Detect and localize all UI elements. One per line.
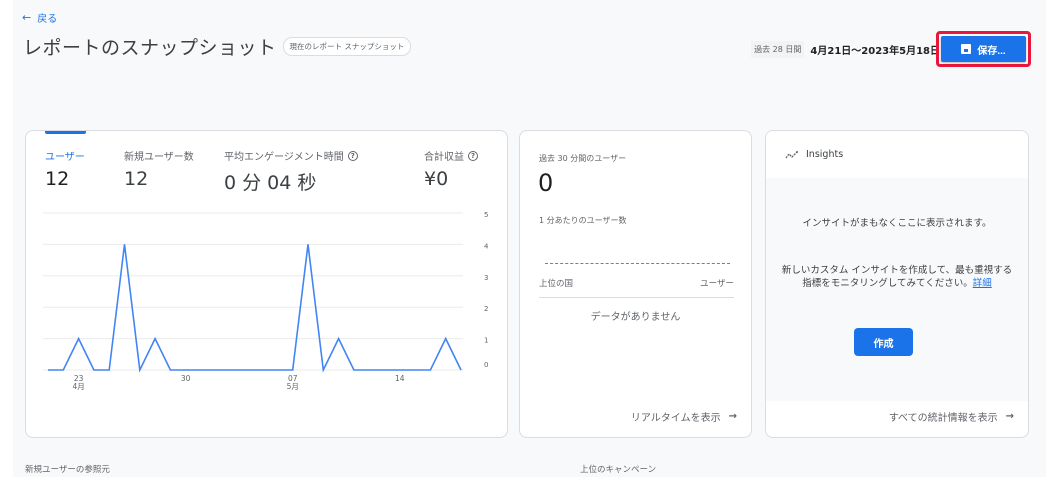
insights-header: Insights (766, 131, 1028, 178)
arrow-right-icon: → (728, 411, 737, 422)
section-new-user-source: 新規ユーザーの参照元 (25, 465, 110, 475)
per-minute-sparkline (545, 263, 730, 264)
per-minute-label: 1 分あたりのユーザー数 (539, 216, 627, 225)
insights-title: Insights (806, 149, 844, 160)
realtime-card: 過去 30 分間のユーザー 0 1 分あたりのユーザー数 上位の国 ユーザー デ… (519, 130, 752, 438)
snapshot-chip: 現在のレポート スナップショット (282, 37, 412, 56)
view-all-insights-link[interactable]: すべての統計情報を表示 → (889, 409, 1014, 424)
y-tick-label: 4 (484, 242, 489, 250)
x-tick-month-label: 5月 (287, 382, 299, 391)
realtime-label: 過去 30 分間のユーザー (539, 154, 627, 163)
title-row: レポートのスナップショット 現在のレポート スナップショット (23, 33, 412, 60)
section-top-campaigns: 上位のキャンペーン (580, 465, 657, 475)
column-users: ユーザー (700, 279, 734, 289)
insights-body: インサイトがまもなくここに表示されます。 新しいカスタム インサイトを作成して、… (766, 178, 1028, 401)
y-tick-label: 5 (484, 211, 488, 219)
column-country: 上位の国 (539, 279, 574, 289)
y-tick-label: 2 (484, 305, 488, 313)
date-range-text[interactable]: 4月21日～2023年5月18日 (810, 42, 940, 57)
view-realtime-link[interactable]: リアルタイムを表示 → (631, 409, 737, 424)
x-tick-label: 14 (395, 374, 405, 383)
save-button[interactable]: 保存... (941, 36, 1026, 62)
save-label: 保存... (977, 45, 1006, 57)
insights-icon (785, 150, 798, 158)
top-country-table-header: 上位の国 ユーザー (539, 277, 734, 298)
learn-more-link[interactable]: 詳細 (973, 278, 992, 289)
save-icon (961, 44, 972, 54)
users-line-chart: 012345 234月30 075月14 (43, 211, 489, 391)
page-title: レポートのスナップショット (23, 37, 277, 59)
no-data-message: データがありません (590, 312, 681, 323)
x-tick-label: 30 (181, 374, 191, 383)
create-insight-button[interactable]: 作成 (854, 328, 913, 356)
date-preset-chip[interactable]: 過去 28 日間 (751, 41, 805, 58)
y-tick-label: 3 (484, 274, 488, 282)
back-label: 戻る (37, 14, 58, 25)
y-tick-label: 0 (484, 361, 488, 369)
date-range-selector[interactable]: 過去 28 日間 4月21日～2023年5月18日 (751, 41, 940, 58)
view-realtime-label: リアルタイムを表示 (630, 413, 721, 424)
realtime-value: 0 (538, 169, 554, 197)
arrow-left-icon: ← (22, 11, 32, 24)
insights-card: Insights インサイトがまもなくここに表示されます。 新しいカスタム イン… (765, 130, 1029, 438)
y-tick-label: 1 (484, 337, 488, 345)
view-all-insights-label: すべての統計情報を表示 (888, 413, 998, 424)
x-tick-month-label: 4月 (72, 382, 84, 391)
save-button-highlight: 保存... (936, 31, 1031, 67)
back-link[interactable]: ← 戻る (22, 10, 57, 25)
insights-create-message: 新しいカスタム インサイトを作成して、最も重視する指標をモニタリングしてみてくだ… (766, 264, 1028, 290)
overview-card: ユーザー 12 新規ユーザー数 12 平均エンゲージメント時間? 0 分 04 … (25, 130, 508, 438)
arrow-right-icon: → (1005, 411, 1014, 422)
insights-message: インサイトがまもなくここに表示されます。 (802, 218, 992, 229)
